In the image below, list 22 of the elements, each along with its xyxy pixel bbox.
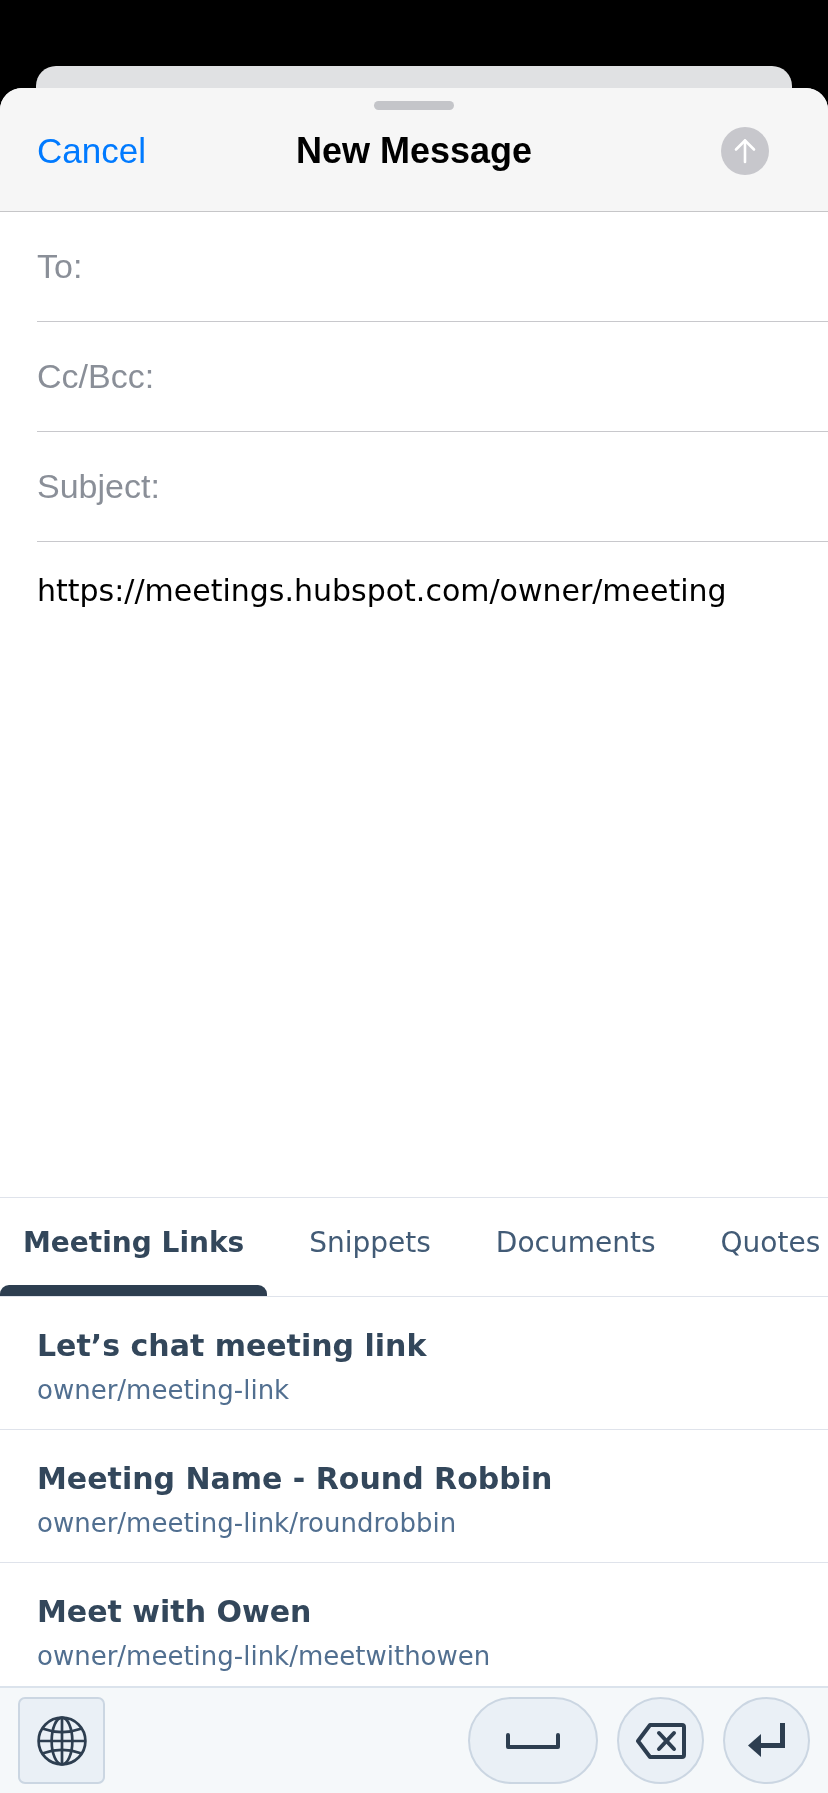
sheet-title: New Message [295,131,533,171]
space-bar-icon [506,1732,560,1749]
meeting-link-path: owner/meeting-link [37,1374,290,1406]
tab[interactable]: Documents [472,1198,679,1296]
meeting-link-row[interactable]: Let’s chat meeting link owner/meeting-link [0,1297,828,1430]
backspace-icon [635,1722,686,1759]
meeting-link-title: Let’s chat meeting link [37,1328,427,1364]
tab[interactable]: Snippets [286,1198,454,1296]
cancel-button[interactable]: Cancel [37,131,146,171]
meeting-link-path: owner/meeting-link/roundrobbin [37,1507,457,1539]
meeting-link-title: Meet with Owen [37,1594,312,1630]
tab[interactable]: Quotes [697,1198,828,1296]
arrow-up-icon [734,138,756,164]
return-icon [747,1722,786,1759]
meeting-link-title: Meeting Name - Round Robbin [37,1461,553,1497]
message-body-field[interactable]: https://meetings.hubspot.com/owner/meeting [37,573,727,609]
drag-handle[interactable] [374,101,454,110]
globe-button[interactable] [18,1697,105,1784]
meeting-link-path: owner/meeting-link/meetwithowen [37,1640,491,1672]
tab[interactable]: Meeting Links [0,1198,268,1296]
meeting-link-row[interactable]: Meeting Name - Round Robbin owner/meeting-link/roundrobbin [0,1430,828,1563]
globe-icon [34,1713,89,1768]
